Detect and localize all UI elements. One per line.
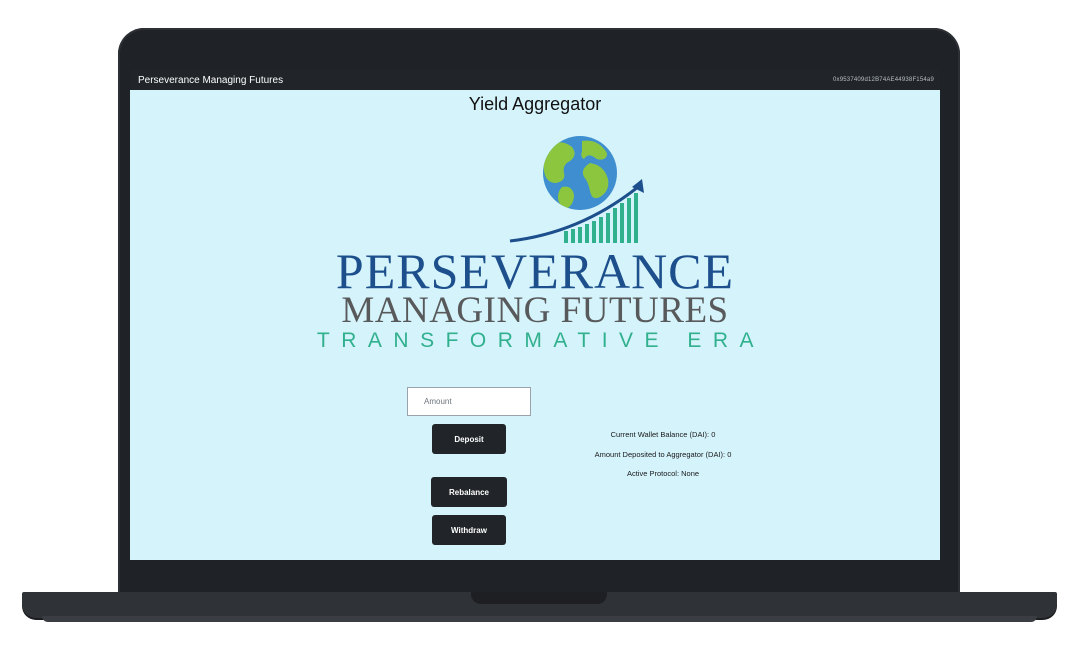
deposit-button[interactable]: Deposit: [432, 424, 506, 454]
deposited-amount-text: Amount Deposited to Aggregator (DAI): 0: [594, 450, 732, 459]
laptop-bezel: [130, 560, 940, 592]
logo-wordmark-managing-futures: MANAGING FUTURES: [341, 290, 729, 331]
globe-growth-logo-icon: [509, 136, 644, 243]
laptop-notch: [471, 592, 607, 604]
wallet-address: 0x9537409d12B74AE44938F154a9: [832, 77, 934, 83]
active-protocol-text: Active Protocol: None: [626, 469, 700, 478]
app-screen: Perseverance Managing Futures 0x9537409d…: [130, 70, 940, 560]
logo-tagline: TRANSFORMATIVE ERA: [316, 329, 766, 352]
withdraw-button[interactable]: Withdraw: [432, 515, 506, 545]
laptop-foot: [42, 616, 1037, 622]
amount-input[interactable]: [407, 387, 531, 416]
navbar-brand[interactable]: Perseverance Managing Futures: [138, 75, 283, 86]
rebalance-button[interactable]: Rebalance: [431, 477, 507, 507]
wallet-balance-text: Current Wallet Balance (DAI): 0: [610, 430, 716, 439]
logo-wordmark-perseverance: PERSEVERANCE: [335, 243, 735, 299]
page-title: Yield Aggregator: [468, 94, 602, 114]
navbar: Perseverance Managing Futures 0x9537409d…: [130, 70, 940, 90]
